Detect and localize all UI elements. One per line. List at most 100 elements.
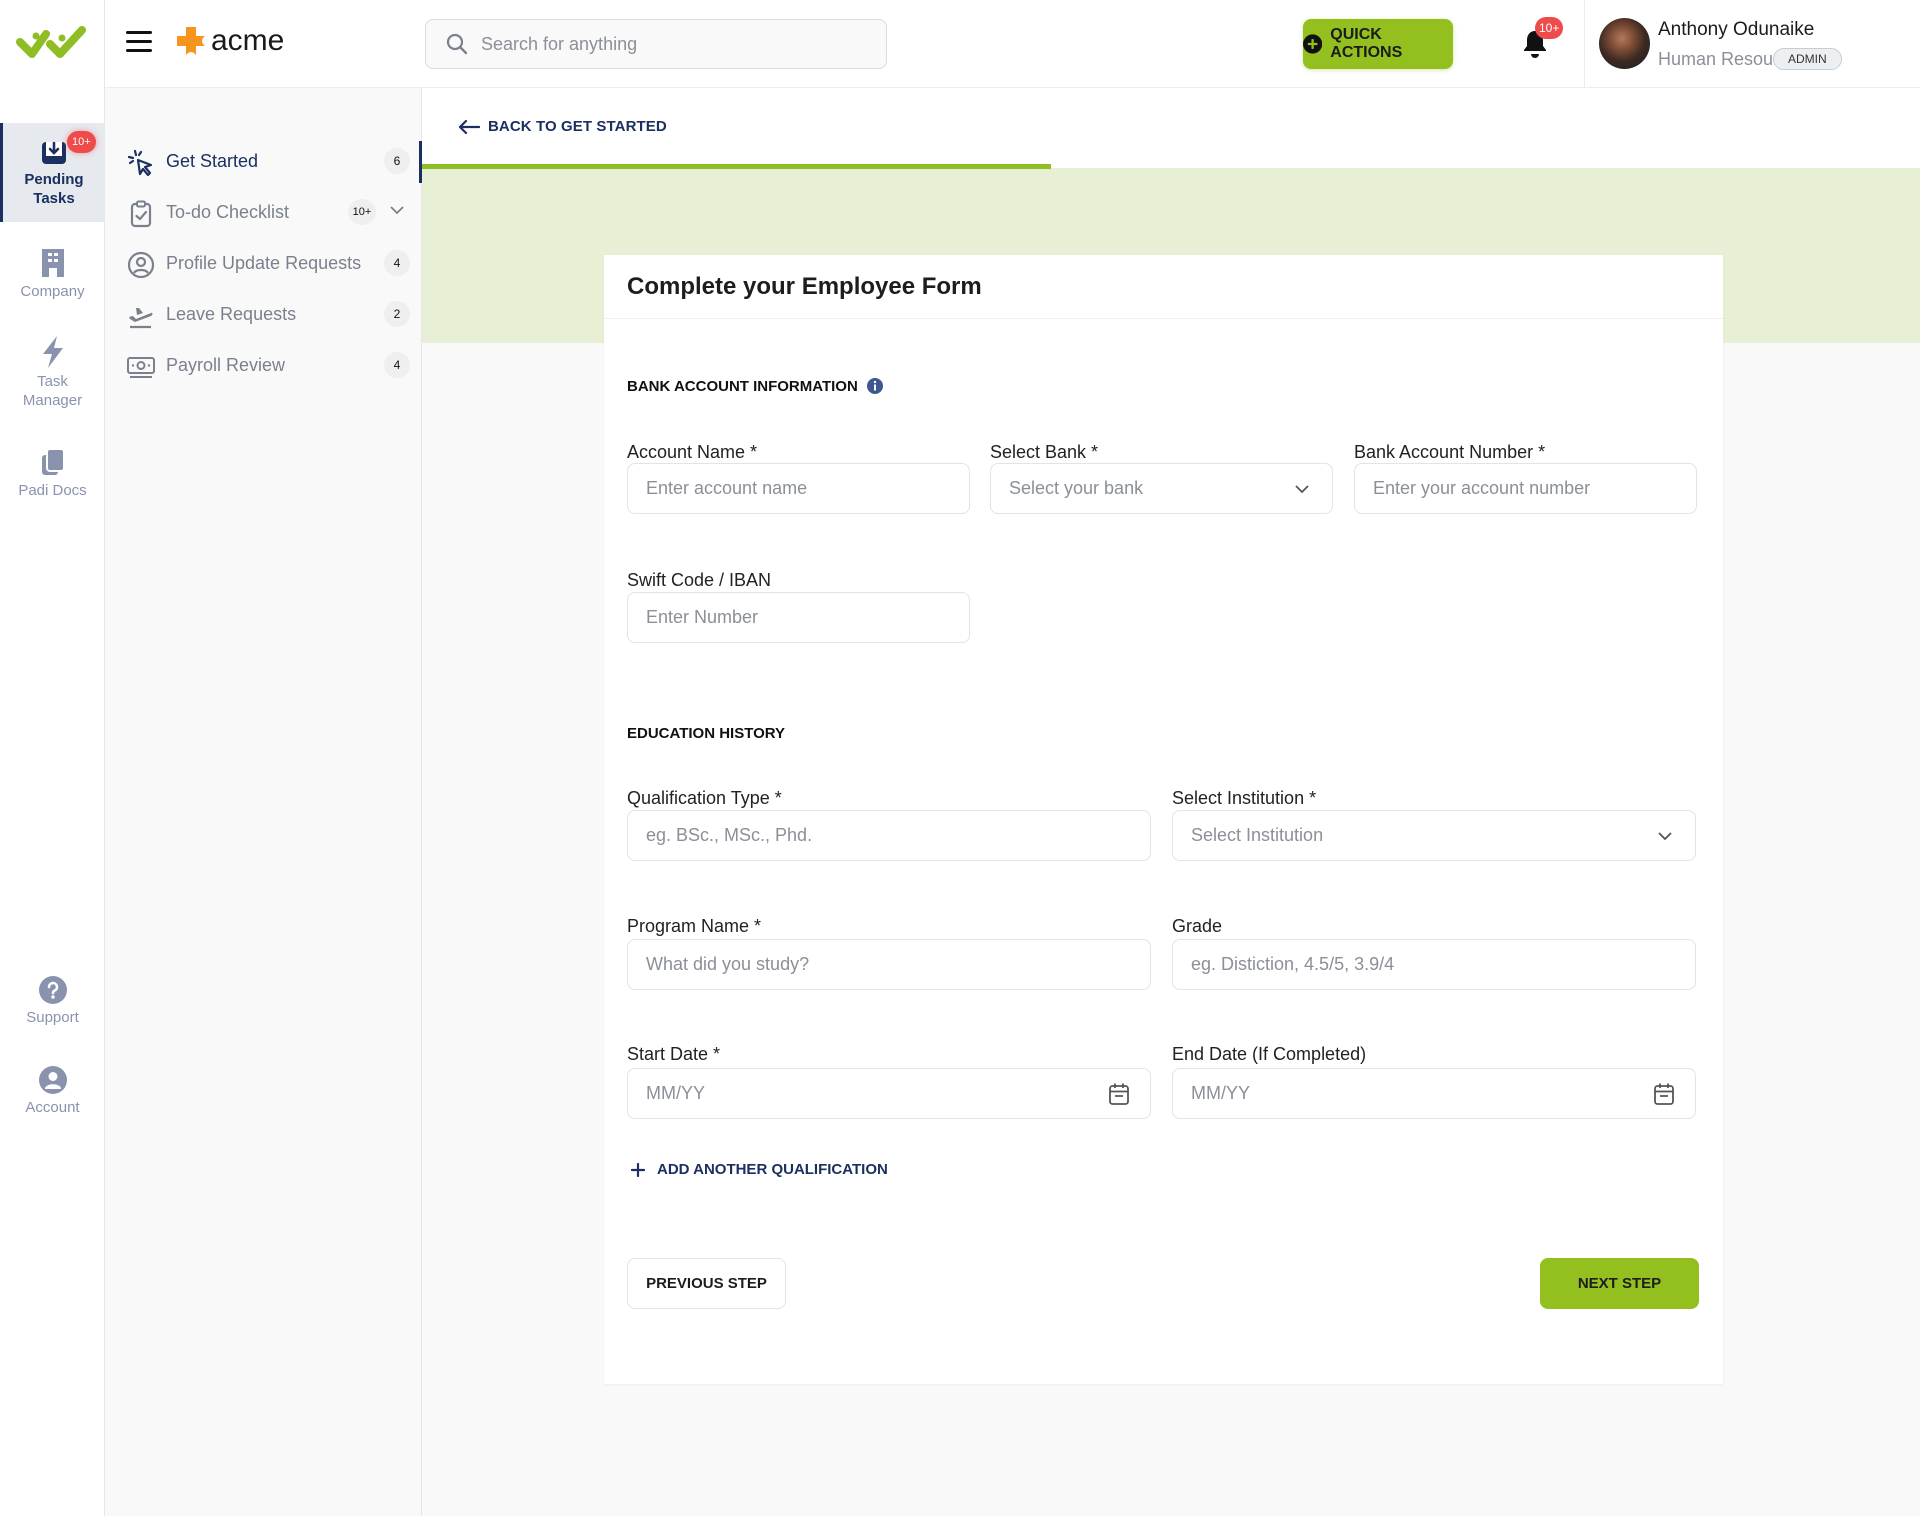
count-badge: 4 bbox=[384, 352, 410, 378]
user-role: Human Resou... bbox=[1658, 49, 1789, 69]
panel-item-get-started[interactable]: Get Started 6 bbox=[105, 141, 422, 181]
qualification-type-input[interactable] bbox=[628, 825, 1150, 846]
chevron-down-icon bbox=[1295, 484, 1309, 493]
clipboard-check-icon bbox=[130, 200, 152, 228]
select-bank-label: Select Bank * bbox=[990, 442, 1099, 462]
swift-code-field[interactable] bbox=[627, 592, 970, 643]
quick-actions-button[interactable]: QUICK ACTIONS bbox=[1303, 19, 1453, 69]
form-title: Complete your Employee Form bbox=[627, 273, 982, 300]
end-date-label: End Date (If Completed) bbox=[1172, 1044, 1367, 1064]
program-name-label: Program Name * bbox=[627, 916, 762, 936]
bank-section-title: BANK ACCOUNT INFORMATION bbox=[627, 377, 884, 395]
documents-icon bbox=[41, 448, 65, 475]
back-to-get-started-link[interactable]: BACK TO GET STARTED bbox=[458, 118, 667, 135]
bank-account-number-input[interactable] bbox=[1355, 478, 1696, 499]
search-bar[interactable] bbox=[425, 19, 887, 69]
rail-item-label: Padi Docs bbox=[18, 482, 87, 499]
panel-item-todo-checklist[interactable]: To-do Checklist 10+ bbox=[105, 192, 422, 232]
account-name-field[interactable] bbox=[627, 463, 970, 514]
icon-rail: 10+ Pending Tasks Company Task Manager P… bbox=[0, 0, 105, 1516]
question-circle-icon bbox=[38, 976, 67, 1004]
select-institution-label: Select Institution * bbox=[1172, 788, 1317, 808]
divider bbox=[604, 318, 1723, 319]
back-label: BACK TO GET STARTED bbox=[488, 118, 667, 135]
start-date-input[interactable] bbox=[628, 1083, 1150, 1104]
calendar-icon[interactable] bbox=[1108, 1082, 1130, 1106]
qualification-type-label: Qualification Type * bbox=[627, 788, 782, 808]
rail-item-task-manager[interactable]: Task Manager bbox=[0, 336, 105, 410]
end-date-input[interactable] bbox=[1173, 1083, 1695, 1104]
user-circle-icon bbox=[127, 251, 155, 279]
grade-label: Grade bbox=[1172, 916, 1223, 936]
info-icon[interactable] bbox=[866, 377, 884, 395]
rail-item-label: Support bbox=[26, 1009, 79, 1026]
next-step-button[interactable]: NEXT STEP bbox=[1540, 1258, 1699, 1309]
progress-fill bbox=[422, 164, 1052, 169]
account-name-input[interactable] bbox=[628, 478, 969, 499]
end-date-field[interactable] bbox=[1172, 1068, 1696, 1119]
user-menu[interactable]: Anthony Odunaike Human Resou... ADMIN bbox=[1584, 0, 1920, 88]
panel-item-label: Get Started bbox=[166, 150, 259, 171]
company-brand[interactable]: acme bbox=[175, 24, 284, 58]
section-title-text: EDUCATION HISTORY bbox=[627, 725, 786, 742]
rail-item-pending-tasks[interactable]: 10+ Pending Tasks bbox=[0, 123, 105, 222]
program-name-input[interactable] bbox=[628, 954, 1150, 975]
pending-tasks-panel: Get Started 6 To-do Checklist 10+ Profil… bbox=[105, 88, 422, 1516]
select-institution-placeholder: Select Institution bbox=[1191, 825, 1324, 845]
grade-field[interactable] bbox=[1172, 939, 1696, 990]
search-input[interactable] bbox=[481, 33, 861, 55]
panel-item-label: Leave Requests bbox=[166, 303, 297, 324]
rail-item-label: Pending Tasks bbox=[24, 171, 84, 207]
start-date-label: Start Date * bbox=[627, 1044, 721, 1064]
select-institution-dropdown[interactable]: Select Institution bbox=[1172, 810, 1696, 861]
select-bank-placeholder: Select your bank bbox=[1009, 478, 1144, 498]
count-badge: 4 bbox=[384, 250, 410, 276]
bank-account-number-field[interactable] bbox=[1354, 463, 1697, 514]
chevron-down-icon[interactable] bbox=[389, 205, 405, 215]
panel-item-label: Payroll Review bbox=[166, 354, 286, 375]
panel-item-leave-requests[interactable]: Leave Requests 2 bbox=[105, 294, 422, 334]
calendar-icon[interactable] bbox=[1653, 1082, 1675, 1106]
panel-item-profile-update-requests[interactable]: Profile Update Requests 4 bbox=[105, 243, 422, 283]
lightning-icon bbox=[42, 336, 63, 368]
user-name: Anthony Odunaike bbox=[1658, 19, 1815, 40]
previous-step-button[interactable]: PREVIOUS STEP bbox=[627, 1258, 786, 1309]
grade-input[interactable] bbox=[1173, 954, 1695, 975]
add-another-qualification-link[interactable]: ADD ANOTHER QUALIFICATION bbox=[631, 1161, 888, 1178]
bank-account-number-label: Bank Account Number * bbox=[1354, 442, 1546, 462]
start-date-field[interactable] bbox=[627, 1068, 1151, 1119]
quick-actions-label: QUICK ACTIONS bbox=[1330, 26, 1403, 61]
panel-item-payroll-review[interactable]: Payroll Review 4 bbox=[105, 345, 422, 385]
add-qualification-label: ADD ANOTHER QUALIFICATION bbox=[657, 1161, 888, 1178]
count-badge: 6 bbox=[384, 148, 410, 174]
qualification-type-field[interactable] bbox=[627, 810, 1151, 861]
plus-icon bbox=[631, 1162, 645, 1177]
panel-item-label: Profile Update Requests bbox=[166, 252, 362, 273]
select-bank-dropdown[interactable]: Select your bank bbox=[990, 463, 1333, 514]
rail-item-padi-docs[interactable]: Padi Docs bbox=[0, 447, 105, 500]
rail-item-label: Company bbox=[20, 283, 85, 300]
pending-tasks-badge: 10+ bbox=[67, 131, 96, 153]
cursor-click-icon bbox=[127, 149, 153, 177]
main-content: BACK TO GET STARTED Complete your Employ… bbox=[422, 88, 1920, 1516]
building-icon bbox=[41, 249, 64, 277]
search-icon bbox=[446, 33, 468, 55]
rail-item-company[interactable]: Company bbox=[0, 248, 105, 301]
swift-code-input[interactable] bbox=[628, 607, 969, 628]
user-circle-icon bbox=[38, 1066, 67, 1094]
rail-item-support[interactable]: Support bbox=[0, 976, 105, 1027]
app-logo-icon[interactable] bbox=[16, 22, 90, 62]
rail-item-account[interactable]: Account bbox=[0, 1066, 105, 1117]
notification-badge: 10+ bbox=[1535, 17, 1564, 39]
avatar bbox=[1599, 18, 1650, 69]
section-title-text: BANK ACCOUNT INFORMATION bbox=[627, 377, 858, 395]
plus-circle-icon bbox=[1303, 34, 1323, 54]
chevron-down-icon bbox=[1658, 831, 1672, 840]
role-badge: ADMIN bbox=[1773, 48, 1842, 70]
program-name-field[interactable] bbox=[627, 939, 1151, 990]
acme-plus-logo-icon bbox=[177, 27, 205, 55]
hamburger-menu-icon[interactable] bbox=[126, 31, 152, 53]
airplane-takeoff-icon bbox=[129, 308, 153, 329]
form-progress-bar bbox=[422, 164, 1920, 169]
money-bill-icon bbox=[127, 357, 155, 378]
